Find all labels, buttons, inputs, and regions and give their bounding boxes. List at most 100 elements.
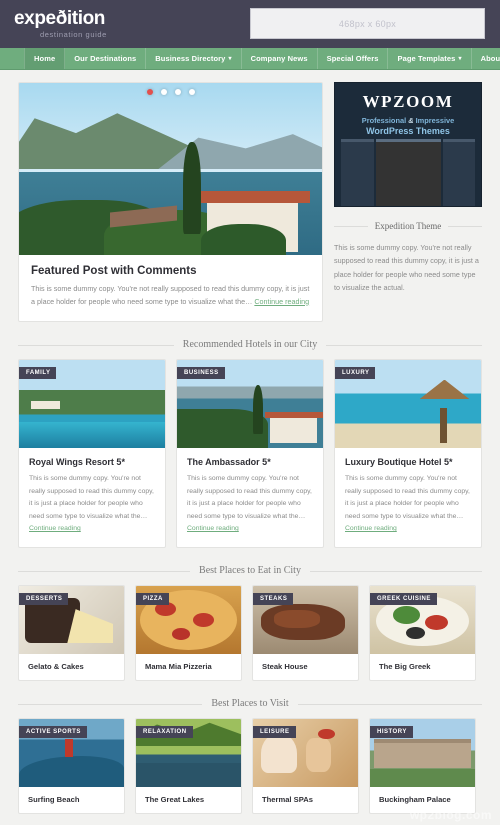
card-body: Gelato & Cakes: [19, 654, 124, 680]
content-card[interactable]: FAMILY Royal Wings Resort 5* This is some …: [18, 359, 166, 548]
category-badge[interactable]: LEISURE: [253, 726, 296, 738]
card-title[interactable]: Luxury Boutique Hotel 5*: [345, 457, 471, 467]
nav-item-our-destinations[interactable]: Our Destinations: [65, 48, 147, 69]
site-header: expeðition destination guide 468px x 60p…: [0, 0, 500, 48]
content-card[interactable]: RELAXATION The Great Lakes: [135, 718, 242, 814]
card-title[interactable]: Gelato & Cakes: [28, 662, 115, 671]
card-continue-reading-link[interactable]: Continue reading: [345, 525, 397, 532]
category-badge[interactable]: FAMILY: [19, 367, 57, 380]
card-thumbnail[interactable]: LEISURE: [253, 719, 358, 787]
featured-slider-image[interactable]: [19, 83, 322, 255]
featured-post-title[interactable]: Featured Post with Comments: [31, 265, 310, 277]
wpzoom-ad-subtitle: Professional & Impressive: [335, 116, 481, 125]
card-title[interactable]: Royal Wings Resort 5*: [29, 457, 155, 467]
card-title[interactable]: Thermal SPAs: [262, 795, 349, 804]
card-body: The Ambassador 5* This is some dummy copy…: [177, 448, 323, 547]
main-navigation[interactable]: Home Our Destinations Business Directory ▾ C…: [0, 48, 500, 70]
content-card[interactable]: PIZZA Mama Mia Pizzeria: [135, 585, 242, 681]
card-excerpt: This is some dummy copy. You're not real…: [187, 475, 312, 533]
main-column: Featured Post with Comments This is some…: [18, 82, 323, 323]
card-thumbnail[interactable]: RELAXATION: [136, 719, 241, 787]
card-title[interactable]: The Ambassador 5*: [187, 457, 313, 467]
card-title[interactable]: Mama Mia Pizzeria: [145, 662, 232, 671]
category-badge[interactable]: RELAXATION: [136, 726, 193, 738]
card-title[interactable]: Buckingham Palace: [379, 795, 466, 804]
category-badge[interactable]: LUXURY: [335, 367, 376, 380]
content-card[interactable]: HISTORY Buckingham Palace: [369, 718, 476, 814]
content-card[interactable]: BUSINESS The Ambassador 5* This is some du…: [176, 359, 324, 548]
slider-dot-2[interactable]: [160, 89, 167, 95]
nav-item-business-directory[interactable]: Business Directory ▾: [146, 48, 242, 69]
card-grid: ACTIVE SPORTS Surfing Beach RELAXATION The …: [0, 718, 500, 814]
category-badge[interactable]: HISTORY: [370, 726, 413, 738]
card-thumbnail[interactable]: GREEK CUISINE: [370, 586, 475, 654]
card-thumbnail[interactable]: STEAKS: [253, 586, 358, 654]
card-body: Luxury Boutique Hotel 5* This is some dum…: [335, 448, 481, 547]
featured-post-excerpt: This is some dummy copy. You're not real…: [31, 283, 310, 308]
sidebar-ad-wpzoom[interactable]: WPZOOM Professional & Impressive WordPre…: [334, 82, 482, 207]
header-ad-banner[interactable]: 468px x 60px: [250, 8, 485, 39]
nav-item-label: Company News: [250, 54, 308, 63]
content-card[interactable]: ACTIVE SPORTS Surfing Beach: [18, 718, 125, 814]
slider-dot-4[interactable]: [188, 89, 195, 95]
slider-dot-1[interactable]: [146, 89, 153, 95]
card-body: The Great Lakes: [136, 787, 241, 813]
content-card[interactable]: DESSERTS Gelato & Cakes: [18, 585, 125, 681]
content-card[interactable]: LEISURE Thermal SPAs: [252, 718, 359, 814]
card-thumbnail[interactable]: FAMILY: [19, 360, 165, 449]
card-body: The Big Greek: [370, 654, 475, 680]
featured-post-card[interactable]: Featured Post with Comments This is some…: [18, 82, 323, 323]
featured-post-body: Featured Post with Comments This is some…: [19, 255, 322, 321]
category-badge[interactable]: BUSINESS: [177, 367, 225, 380]
wpzoom-ad-title: WPZOOM: [362, 92, 454, 111]
content-card[interactable]: GREEK CUISINE The Big Greek: [369, 585, 476, 681]
card-title[interactable]: Steak House: [262, 662, 349, 671]
section-heading: Recommended Hotels in our City: [18, 339, 482, 351]
nav-item-special-offers[interactable]: Special Offers: [318, 48, 389, 69]
section-heading-text: Best Places to Visit: [202, 698, 298, 709]
category-badge[interactable]: GREEK CUISINE: [370, 593, 437, 605]
wpzoom-sub-pro: Professional: [361, 116, 407, 125]
content-area: Featured Post with Comments This is some…: [0, 70, 500, 323]
content-card[interactable]: STEAKS Steak House: [252, 585, 359, 681]
content-card[interactable]: LUXURY Luxury Boutique Hotel 5* This is so…: [334, 359, 482, 548]
category-badge[interactable]: PIZZA: [136, 593, 169, 605]
card-continue-reading-link[interactable]: Continue reading: [29, 525, 81, 532]
card-thumbnail[interactable]: PIZZA: [136, 586, 241, 654]
card-thumbnail[interactable]: ACTIVE SPORTS: [19, 719, 124, 787]
card-continue-reading-link[interactable]: Continue reading: [187, 525, 239, 532]
nav-item-about-us[interactable]: About Us▾: [472, 48, 500, 69]
card-thumbnail[interactable]: BUSINESS: [177, 360, 323, 449]
site-logo[interactable]: expeðition destination guide: [14, 7, 107, 40]
nav-item-page-templates[interactable]: Page Templates ▾: [388, 48, 472, 69]
nav-item-label: Business Directory: [155, 54, 226, 63]
section-heading-text: Best Places to Eat in City: [190, 565, 310, 576]
widget-body-text: This is some dummy copy. You're not real…: [334, 243, 479, 292]
category-badge[interactable]: DESSERTS: [19, 593, 69, 605]
card-thumbnail[interactable]: HISTORY: [370, 719, 475, 787]
brand-tagline: destination guide: [40, 30, 107, 40]
card-thumbnail[interactable]: DESSERTS: [19, 586, 124, 654]
slider-pagination[interactable]: [19, 89, 322, 95]
nav-item-home[interactable]: Home: [24, 48, 66, 69]
nav-item-company-news[interactable]: Company News: [242, 48, 318, 69]
content-sections: Recommended Hotels in our City FAMILY Roya…: [0, 339, 500, 814]
card-body: Thermal SPAs: [253, 787, 358, 813]
card-title[interactable]: The Great Lakes: [145, 795, 232, 804]
card-excerpt: This is some dummy copy. You're not real…: [345, 475, 470, 533]
card-body: Buckingham Palace: [370, 787, 475, 813]
brand-title: expeðition: [14, 7, 106, 29]
card-body: Steak House: [253, 654, 358, 680]
card-thumbnail[interactable]: LUXURY: [335, 360, 481, 449]
featured-continue-reading-link[interactable]: Continue reading: [254, 297, 309, 306]
category-badge[interactable]: ACTIVE SPORTS: [19, 726, 87, 738]
card-title[interactable]: The Big Greek: [379, 662, 466, 671]
section-heading: Best Places to Visit: [18, 698, 482, 709]
slider-dot-3[interactable]: [174, 89, 181, 95]
widget-title: Expedition Theme: [334, 221, 482, 231]
card-title[interactable]: Surfing Beach: [28, 795, 115, 804]
category-badge[interactable]: STEAKS: [253, 593, 294, 605]
card-body: Mama Mia Pizzeria: [136, 654, 241, 680]
chevron-down-icon: ▾: [228, 56, 232, 62]
ad-placeholder-label: 468px x 60px: [338, 18, 397, 29]
